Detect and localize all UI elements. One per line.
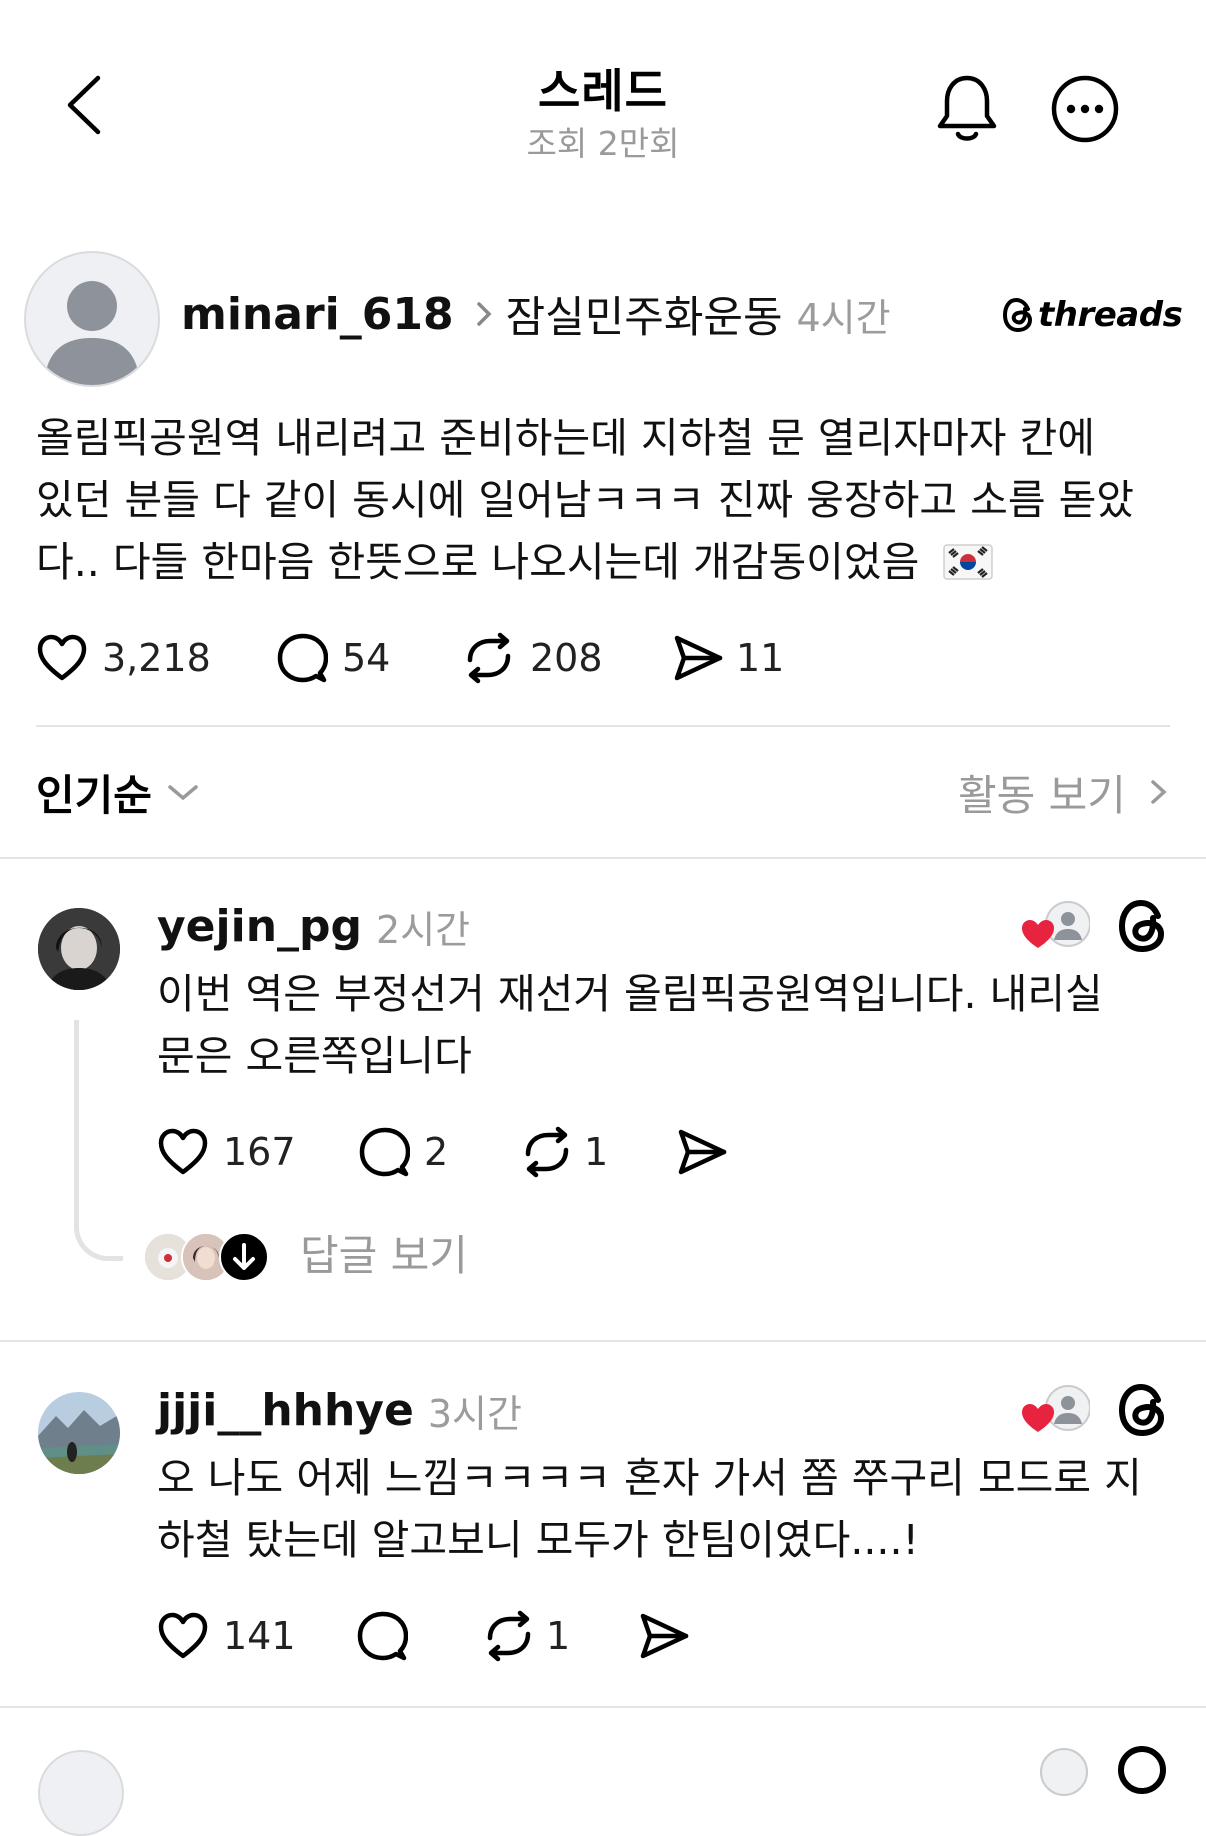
repost-button[interactable]: 1 xyxy=(520,1124,608,1180)
section-divider xyxy=(0,857,1206,859)
repost-button[interactable]: 208 xyxy=(462,630,603,686)
share-count: 11 xyxy=(736,636,785,680)
threads-logo: threads xyxy=(1002,292,1183,338)
comment-username[interactable]: jjji__hhhye xyxy=(157,1385,414,1436)
send-icon xyxy=(678,1129,727,1175)
repost-count: 1 xyxy=(546,1614,571,1658)
like-count: 3,218 xyxy=(102,636,211,680)
chevron-right-icon xyxy=(1151,780,1167,804)
author-liked-badge xyxy=(1020,900,1090,956)
post-body: 올림픽공원역 내리려고 준비하는데 지하철 문 열리자마자 칸에 있던 분들 다… xyxy=(36,407,1186,593)
threads-icon xyxy=(1118,1746,1166,1794)
view-activity-label: 활동 보기 xyxy=(958,770,1126,820)
divider xyxy=(36,725,1170,727)
comment-time: 2시간 xyxy=(376,907,471,952)
author-liked-badge xyxy=(1020,1384,1090,1440)
thread-line xyxy=(74,1020,123,1261)
threads-button[interactable] xyxy=(1116,898,1168,954)
repost-button[interactable]: 1 xyxy=(482,1608,570,1664)
comment-count: 54 xyxy=(342,636,391,680)
profile-photo xyxy=(38,908,120,990)
profile-photo xyxy=(38,1392,120,1474)
more-options-button[interactable] xyxy=(1050,74,1120,144)
post-username[interactable]: minari_618 xyxy=(181,289,454,340)
chevron-right-icon xyxy=(476,301,492,327)
repost-count: 208 xyxy=(530,636,603,680)
comment-body: 오 나도 어제 느낌ㅋㅋㅋㅋ 혼자 가서 쫌 쭈구리 모드로 지 하철 탔는데 … xyxy=(157,1447,1177,1571)
heart-icon xyxy=(158,1128,208,1175)
reply-avatars[interactable] xyxy=(143,1230,273,1282)
comment-icon xyxy=(359,1127,410,1177)
comment-icon xyxy=(277,633,328,683)
comment-username[interactable]: yejin_pg xyxy=(157,901,362,952)
share-button[interactable] xyxy=(638,1608,690,1664)
page-title: 스레드 xyxy=(538,64,668,118)
sort-dropdown[interactable]: 인기순 xyxy=(36,762,200,822)
heart-icon xyxy=(37,634,87,681)
like-button[interactable]: 141 xyxy=(157,1608,296,1664)
like-button[interactable]: 167 xyxy=(157,1124,296,1180)
chevron-down-icon xyxy=(168,785,198,801)
community-name[interactable]: 잠실민주화운동 xyxy=(506,283,783,345)
comment-button[interactable]: 54 xyxy=(276,630,390,686)
comment-text-line: 오 나도 어제 느낌ㅋㅋㅋㅋ 혼자 가서 쫌 쭈구리 모드로 지 xyxy=(157,1454,1142,1502)
share-button[interactable] xyxy=(676,1124,728,1180)
post-text-line: 있던 분들 다 같이 동시에 일어남ㅋㅋㅋ 진짜 웅장하고 소름 돋았 xyxy=(36,476,1135,524)
post-time: 4시간 xyxy=(796,295,891,340)
comment-button[interactable]: 2 xyxy=(358,1124,448,1180)
comment-text-line: 하철 탔는데 알고보니 모두가 한팀이였다....! xyxy=(157,1516,919,1564)
view-replies-link[interactable]: 답글 보기 xyxy=(300,1228,468,1284)
post-text-line: 다.. 다들 한마음 한뜻으로 나오시는데 개감동이었음 xyxy=(36,538,920,586)
view-count: 조회 2만회 xyxy=(526,124,680,163)
threads-icon xyxy=(1118,1383,1165,1437)
author-liked-badge xyxy=(1040,1748,1088,1796)
comment-count: 2 xyxy=(424,1130,449,1174)
repost-count: 1 xyxy=(584,1130,609,1174)
notification-button[interactable] xyxy=(934,72,1000,144)
like-button[interactable]: 3,218 xyxy=(36,630,211,686)
comment-button[interactable] xyxy=(356,1608,408,1664)
like-count: 167 xyxy=(223,1130,296,1174)
avatar[interactable] xyxy=(38,1750,124,1836)
post-text-line: 올림픽공원역 내리려고 준비하는데 지하철 문 열리자마자 칸에 xyxy=(36,414,1095,462)
share-button[interactable]: 11 xyxy=(672,630,784,686)
comment-time: 3시간 xyxy=(427,1391,522,1436)
avatar[interactable] xyxy=(24,251,160,387)
section-divider xyxy=(0,1706,1206,1708)
korea-flag-icon xyxy=(943,544,994,580)
avatar[interactable] xyxy=(38,1392,120,1474)
repost-icon xyxy=(525,1126,569,1178)
sort-label: 인기순 xyxy=(36,770,152,820)
like-count: 141 xyxy=(223,1614,296,1658)
threads-button[interactable] xyxy=(1116,1382,1168,1438)
threads-icon xyxy=(1002,297,1033,333)
section-divider xyxy=(0,1340,1206,1342)
repost-icon xyxy=(467,632,511,684)
threads-icon xyxy=(1118,899,1165,953)
comment-text-line: 문은 오른쪽입니다 xyxy=(157,1032,472,1080)
heart-icon xyxy=(158,1612,208,1659)
default-user-icon xyxy=(44,281,140,385)
more-icon xyxy=(1051,75,1119,143)
repost-icon xyxy=(487,1610,531,1662)
view-activity-link[interactable]: 활동 보기 xyxy=(958,762,1170,822)
bell-icon xyxy=(937,75,997,141)
comment-body: 이번 역은 부정선거 재선거 올림픽공원역입니다. 내리실 문은 오른쪽입니다 xyxy=(157,963,1177,1087)
send-icon xyxy=(640,1613,689,1659)
arrow-down-icon xyxy=(219,1232,269,1282)
comment-text-line: 이번 역은 부정선거 재선거 올림픽공원역입니다. 내리실 xyxy=(157,970,1103,1018)
send-icon xyxy=(674,635,723,681)
comment-icon xyxy=(357,1611,408,1661)
avatar[interactable] xyxy=(38,908,120,990)
